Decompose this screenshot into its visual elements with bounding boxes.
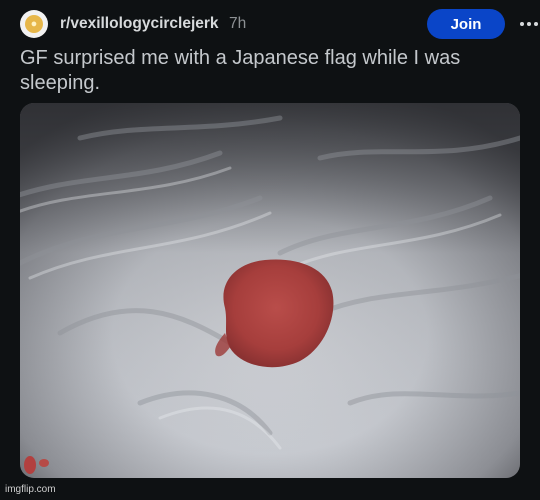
post-age: 7h bbox=[229, 15, 247, 32]
subreddit-avatar[interactable]: ● bbox=[20, 10, 48, 38]
bedsheet-photo bbox=[20, 103, 520, 478]
post-header: ● r/vexillologycirclejerk 7h Join bbox=[20, 9, 538, 39]
subreddit-name[interactable]: r/vexillologycirclejerk bbox=[60, 15, 219, 33]
join-button[interactable]: Join bbox=[427, 9, 505, 39]
more-options-icon[interactable] bbox=[517, 13, 540, 35]
subreddit-logo-icon: ● bbox=[25, 15, 43, 33]
post-image[interactable] bbox=[20, 103, 520, 478]
post-card: ● r/vexillologycirclejerk 7h Join GF sur… bbox=[0, 0, 540, 500]
watermark-text: imgflip.com bbox=[5, 484, 56, 495]
post-title[interactable]: GF surprised me with a Japanese flag whi… bbox=[20, 46, 500, 96]
